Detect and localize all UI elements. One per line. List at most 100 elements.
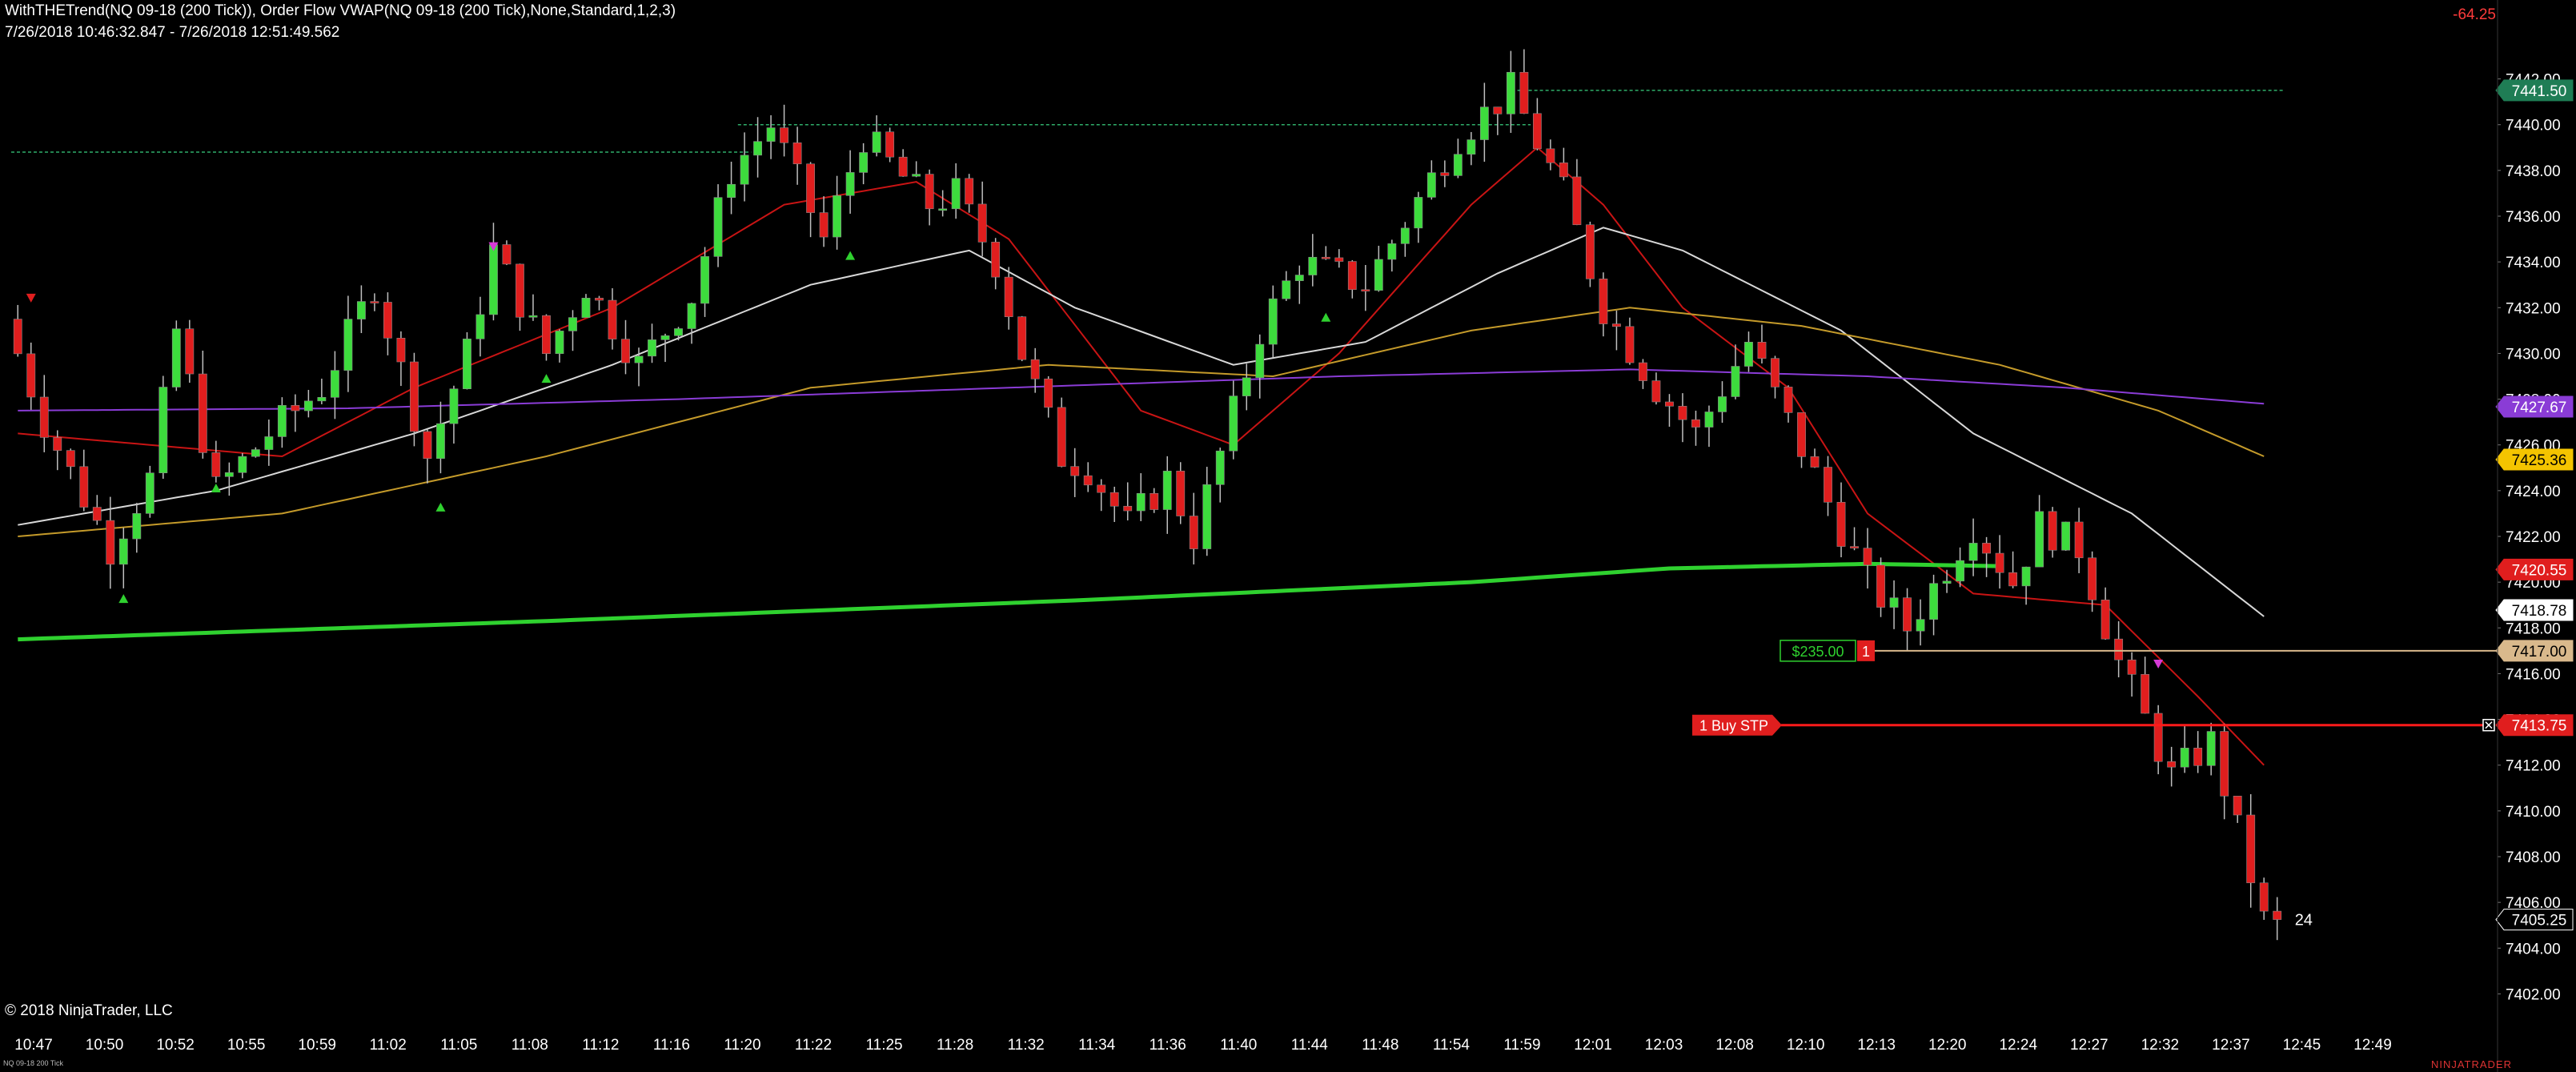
candle-body xyxy=(1070,466,1080,476)
candle-body xyxy=(1308,256,1318,275)
x-tick-label: 11:08 xyxy=(512,1037,548,1054)
candle-body xyxy=(1916,619,1925,632)
candle-body xyxy=(1387,243,1397,260)
copyright: © 2018 NinjaTrader, LLC xyxy=(5,1002,173,1019)
y-tick-label: 7412.00 xyxy=(2506,758,2561,775)
candle-body xyxy=(2101,600,2110,640)
candle-body xyxy=(845,172,855,196)
candle-body xyxy=(660,335,670,340)
price-marker-label: 7417.00 xyxy=(2512,644,2567,660)
price-marker-label: 7413.75 xyxy=(2512,718,2567,735)
candle-body xyxy=(53,437,62,451)
bar-countdown: 24 xyxy=(2295,912,2313,929)
candle-body xyxy=(2114,638,2124,660)
candle-body xyxy=(251,449,260,457)
candle-body xyxy=(1109,492,1119,507)
candle-body xyxy=(317,397,327,402)
position-qty-label: 1 xyxy=(1862,644,1870,660)
candle-body xyxy=(264,436,274,450)
candle-body xyxy=(171,328,181,387)
candle-body xyxy=(740,155,749,185)
x-tick-label: 11:25 xyxy=(865,1037,902,1054)
candle-body xyxy=(330,370,339,398)
candle-body xyxy=(2180,748,2189,768)
y-tick-label: 7404.00 xyxy=(2506,941,2561,958)
candle-body xyxy=(1479,106,1489,140)
candle-body xyxy=(1612,323,1621,327)
candle-body xyxy=(780,127,788,143)
candle-body xyxy=(1202,484,1212,549)
candle-body xyxy=(516,263,524,318)
candle-body xyxy=(1678,406,1687,420)
candle-body xyxy=(26,353,36,398)
candle-body xyxy=(528,315,538,318)
y-tick-label: 7416.00 xyxy=(2506,666,2561,683)
candle-body xyxy=(2206,731,2216,766)
price-marker-label: 7427.67 xyxy=(2512,399,2567,416)
candle-body xyxy=(1321,256,1330,259)
candle-body xyxy=(436,423,445,459)
candle-body xyxy=(1017,316,1027,360)
candle-body xyxy=(370,301,379,303)
candle-body xyxy=(1030,359,1040,379)
candle-body xyxy=(1784,387,1793,413)
price-marker-label: 7405.25 xyxy=(2512,913,2567,929)
x-tick-label: 11:40 xyxy=(1220,1037,1257,1054)
price-chart[interactable]: 7442.007440.007438.007436.007434.007432.… xyxy=(0,0,2576,1072)
x-tick-label: 11:44 xyxy=(1291,1037,1329,1054)
candle-body xyxy=(555,331,564,355)
candle-body xyxy=(2246,814,2256,884)
x-tick-label: 12:01 xyxy=(1574,1037,1612,1054)
candle-body xyxy=(449,388,459,424)
price-marker-label: 7418.78 xyxy=(2512,603,2567,620)
x-tick-label: 10:59 xyxy=(298,1037,336,1054)
candle-body xyxy=(1995,552,2004,573)
candle-body xyxy=(1572,176,1582,226)
x-tick-label: 12:37 xyxy=(2212,1037,2250,1054)
candle-body xyxy=(502,244,512,265)
x-tick-label: 11:12 xyxy=(582,1037,619,1054)
y-axis: 7442.007440.007438.007436.007434.007432.… xyxy=(2498,72,2561,1003)
candle-body xyxy=(2193,748,2203,766)
instrument-tag: NQ 09-18 200 Tick xyxy=(3,1059,64,1067)
candle-body xyxy=(106,520,115,565)
candle-body xyxy=(2008,572,2018,587)
stop-order-label: 1 Buy STP xyxy=(1699,718,1768,734)
candle-body xyxy=(1282,280,1291,299)
candle-body xyxy=(542,315,551,355)
candle-body xyxy=(1691,419,1700,428)
candle-body xyxy=(463,339,471,389)
candle-body xyxy=(1757,342,1767,359)
y-tick-label: 7402.00 xyxy=(2506,986,2561,1003)
y-tick-label: 7436.00 xyxy=(2506,209,2561,226)
candle-body xyxy=(977,203,987,243)
candle-body xyxy=(1347,261,1357,291)
candle-body xyxy=(1889,597,1899,608)
candle-body xyxy=(158,387,168,474)
candle-body xyxy=(2167,761,2177,768)
x-tick-label: 11:48 xyxy=(1362,1037,1398,1054)
candle-body xyxy=(2127,659,2137,675)
candle-body xyxy=(343,319,353,371)
candle-body xyxy=(965,178,974,205)
position-pnl-label: $235.00 xyxy=(1792,644,1844,660)
candle-body xyxy=(1136,492,1146,512)
candle-body xyxy=(13,319,22,355)
x-tick-label: 10:47 xyxy=(14,1037,53,1054)
candle-body xyxy=(1057,407,1066,467)
candle-body xyxy=(1968,543,1978,561)
candle-body xyxy=(132,513,142,540)
date-range: 7/26/2018 10:46:32.847 - 7/26/2018 12:51… xyxy=(5,24,340,41)
candle-body xyxy=(277,405,287,437)
candle-body xyxy=(1268,298,1278,345)
x-tick-label: 12:03 xyxy=(1645,1037,1683,1054)
candle-body xyxy=(1361,289,1370,292)
candle-body xyxy=(2035,511,2044,568)
candle-body xyxy=(2074,521,2084,559)
candle-body xyxy=(1850,546,1859,548)
candle-body xyxy=(356,301,366,319)
x-tick-label: 12:27 xyxy=(2070,1037,2109,1054)
x-tick-label: 12:08 xyxy=(1715,1037,1754,1054)
candle-body xyxy=(475,314,485,339)
candle-body xyxy=(872,131,881,153)
